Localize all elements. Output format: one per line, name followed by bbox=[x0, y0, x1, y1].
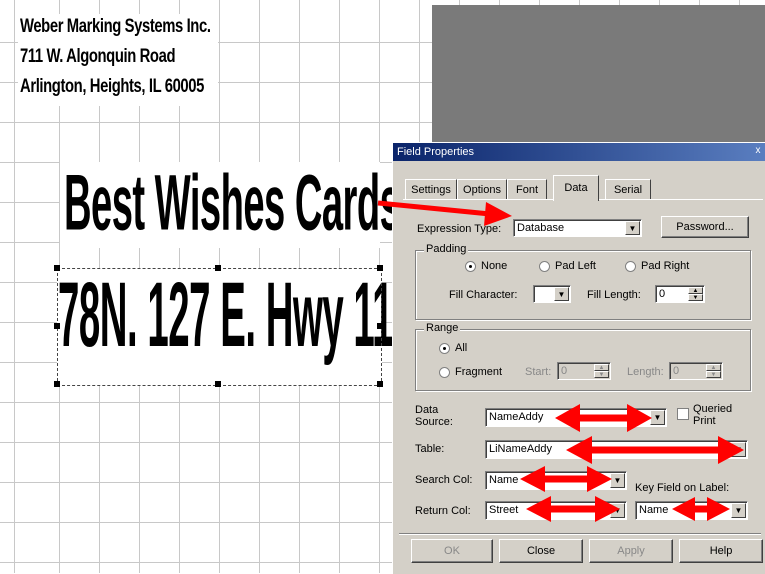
annotation-arrow-return-col bbox=[526, 496, 620, 522]
annotation-arrows-overlay bbox=[377, 200, 744, 522]
tab-data[interactable]: Data bbox=[553, 175, 599, 201]
annotation-arrow-key-field bbox=[672, 497, 730, 521]
annotation-arrow-data-source bbox=[555, 404, 652, 432]
annotation-arrow-search-col bbox=[520, 466, 612, 492]
annotation-arrow-expression bbox=[377, 200, 512, 226]
annotation-arrow-table bbox=[566, 436, 744, 464]
